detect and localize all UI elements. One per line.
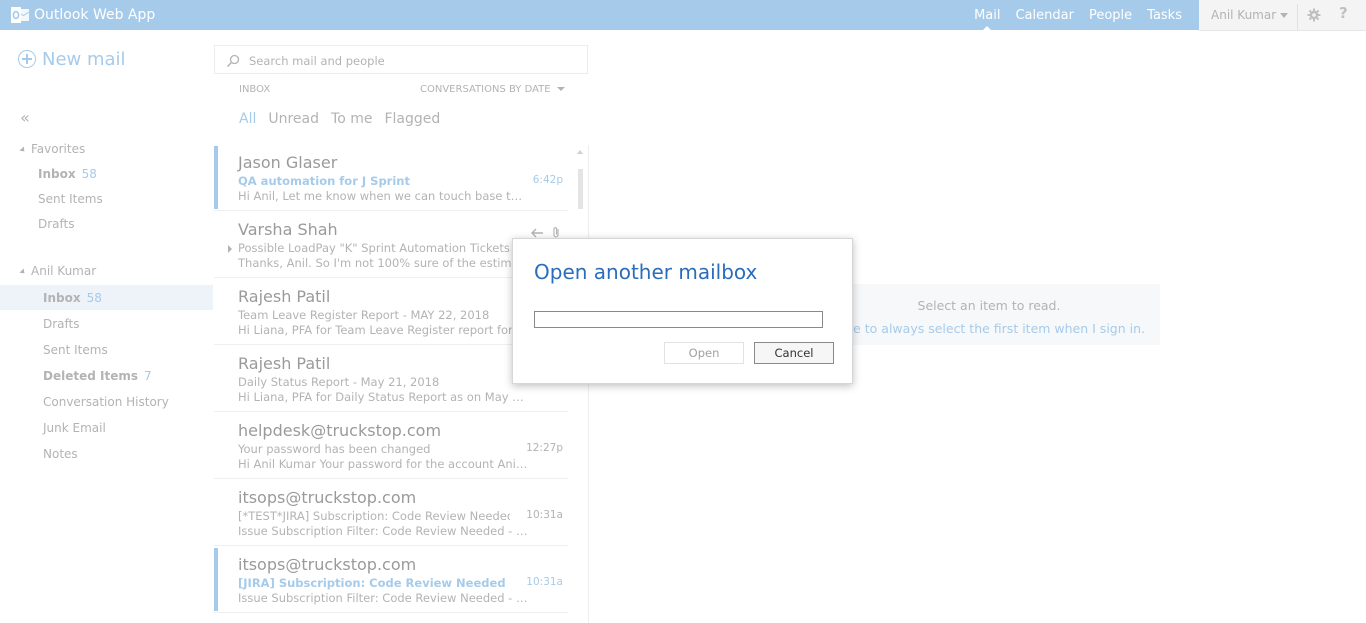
account-header[interactable]: Anil Kumar — [19, 264, 97, 278]
message-item[interactable]: helpdesk@truckstop.com Your password has… — [214, 413, 568, 479]
message-preview: Hi Liana, PFA for Daily Status Report as… — [238, 390, 528, 404]
open-button[interactable]: Open — [664, 342, 744, 364]
top-nav: Mail Calendar People Tasks — [974, 0, 1182, 30]
pane-divider — [588, 145, 589, 623]
folder-notes[interactable]: Notes — [43, 447, 78, 461]
message-sender: helpdesk@truckstop.com — [238, 421, 442, 440]
divider — [1297, 4, 1298, 30]
always-select-first-link[interactable]: k here to always select the first item w… — [821, 321, 1145, 336]
chevron-down-icon — [556, 87, 565, 91]
scroll-up-icon[interactable] — [577, 150, 583, 154]
app-title: Outlook Web App — [34, 7, 156, 23]
message-sender: Rajesh Patil — [238, 354, 331, 373]
message-subject: Daily Status Report - May 21, 2018 — [238, 375, 440, 389]
message-preview: Hi Liana, PFA for Team Leave Register re… — [238, 323, 528, 337]
message-subject: [*TEST*JIRA] Subscription: Code Review N… — [238, 509, 510, 523]
filter-bar: All Unread To me Flagged — [239, 111, 440, 127]
plus-circle-icon — [18, 50, 36, 68]
favorites-header[interactable]: Favorites — [19, 142, 86, 156]
message-sender: Rajesh Patil — [238, 287, 331, 306]
gear-icon[interactable] — [1307, 7, 1321, 26]
nav-calendar[interactable]: Calendar — [1015, 8, 1073, 23]
message-list: Jason Glaser QA automation for J Sprint … — [214, 145, 568, 623]
new-mail-label: New mail — [42, 48, 126, 70]
filter-to-me[interactable]: To me — [331, 111, 372, 127]
message-subject: [JIRA] Subscription: Code Review Needed … — [238, 576, 510, 590]
reading-pane-placeholder: Select an item to read. k here to always… — [818, 284, 1160, 345]
unread-count: 58 — [81, 167, 97, 181]
collapse-nav-button[interactable]: « — [20, 108, 30, 127]
new-mail-button[interactable]: New mail — [18, 47, 126, 71]
message-sender: Varsha Shah — [238, 220, 338, 239]
folder-inbox[interactable]: Inbox 58 — [43, 291, 102, 305]
search-box[interactable]: Search mail and people — [214, 45, 588, 74]
favorites-inbox[interactable]: Inbox 58 — [38, 167, 97, 181]
unread-count: 7 — [143, 369, 152, 383]
filter-all[interactable]: All — [239, 111, 256, 127]
message-preview: Hi Anil Kumar Your password for the acco… — [238, 457, 528, 471]
expand-conversation-icon[interactable] — [228, 245, 232, 253]
folder-name: INBOX — [239, 84, 271, 95]
message-subject: Possible LoadPay "K" Sprint Automation T… — [238, 241, 510, 255]
favorites-inbox-label: Inbox — [38, 167, 76, 181]
message-preview: Thanks, Anil. So I'm not 100% sure of th… — [238, 256, 528, 270]
user-area: Anil Kumar ? — [1199, 0, 1366, 31]
sort-label: CONVERSATIONS BY DATE — [420, 84, 551, 95]
scroll-thumb[interactable] — [578, 169, 583, 209]
message-list-scrollbar[interactable] — [574, 145, 588, 623]
unread-count: 58 — [86, 291, 102, 305]
user-menu[interactable]: Anil Kumar — [1211, 0, 1289, 30]
user-name: Anil Kumar — [1211, 8, 1277, 22]
cancel-button[interactable]: Cancel — [754, 342, 834, 364]
message-preview: Hi Anil, Let me know when we can touch b… — [238, 189, 528, 203]
account-header-label: Anil Kumar — [31, 264, 97, 278]
nav-tasks[interactable]: Tasks — [1147, 8, 1182, 23]
message-item[interactable]: itsops@truckstop.com [JIRA] Subscription… — [214, 547, 568, 613]
message-sender: itsops@truckstop.com — [238, 488, 417, 507]
open-mailbox-dialog: Open another mailbox Open Cancel — [512, 238, 853, 384]
chevron-down-icon — [1280, 13, 1289, 18]
filter-flagged[interactable]: Flagged — [384, 111, 440, 127]
message-time: 6:42p — [532, 174, 563, 186]
app-brand[interactable]: Outlook Web App — [10, 0, 155, 30]
filter-unread[interactable]: Unread — [268, 111, 319, 127]
folder-deleted-label: Deleted Items — [43, 369, 138, 383]
folder-conversation-history[interactable]: Conversation History — [43, 395, 169, 409]
dialog-title: Open another mailbox — [534, 260, 758, 284]
folder-sent-items[interactable]: Sent Items — [43, 343, 108, 357]
message-time: 12:27p — [526, 442, 563, 454]
message-item[interactable]: itsops@truckstop.com [*TEST*JIRA] Subscr… — [214, 480, 568, 546]
collapse-triangle-icon — [19, 268, 27, 276]
message-preview: Issue Subscription Filter: Code Review N… — [238, 591, 528, 605]
message-time: 10:31a — [526, 509, 563, 521]
message-sender: itsops@truckstop.com — [238, 555, 417, 574]
folder-deleted-items[interactable]: Deleted Items 7 — [43, 369, 152, 383]
selected-folder-highlight — [0, 285, 213, 310]
mailbox-name-input[interactable] — [534, 311, 823, 328]
nav-people[interactable]: People — [1089, 8, 1132, 23]
message-time: 10:31a — [526, 576, 563, 588]
favorites-drafts[interactable]: Drafts — [38, 217, 75, 231]
sort-dropdown[interactable]: CONVERSATIONS BY DATE — [420, 84, 565, 95]
collapse-triangle-icon — [19, 146, 27, 154]
folder-junk-email[interactable]: Junk Email — [43, 421, 106, 435]
favorites-sent-items[interactable]: Sent Items — [38, 192, 103, 206]
search-icon — [226, 53, 240, 72]
message-preview: Issue Subscription Filter: Code Review N… — [238, 524, 528, 538]
message-subject: Team Leave Register Report - MAY 22, 201… — [238, 308, 490, 322]
outlook-logo-icon — [10, 5, 30, 25]
favorites-header-label: Favorites — [31, 142, 86, 156]
folder-inbox-label: Inbox — [43, 291, 81, 305]
help-icon[interactable]: ? — [1339, 4, 1348, 22]
message-item[interactable]: Jason Glaser QA automation for J Sprint … — [214, 145, 568, 211]
message-subject: Your password has been changed — [238, 442, 431, 456]
nav-mail[interactable]: Mail — [974, 8, 1000, 30]
top-bar: Outlook Web App Mail Calendar People Tas… — [0, 0, 1366, 31]
message-subject: QA automation for J Sprint — [238, 174, 410, 188]
search-placeholder: Search mail and people — [249, 54, 385, 68]
folder-drafts[interactable]: Drafts — [43, 317, 80, 331]
message-sender: Jason Glaser — [238, 153, 338, 172]
reading-pane-message: Select an item to read. — [917, 298, 1061, 313]
